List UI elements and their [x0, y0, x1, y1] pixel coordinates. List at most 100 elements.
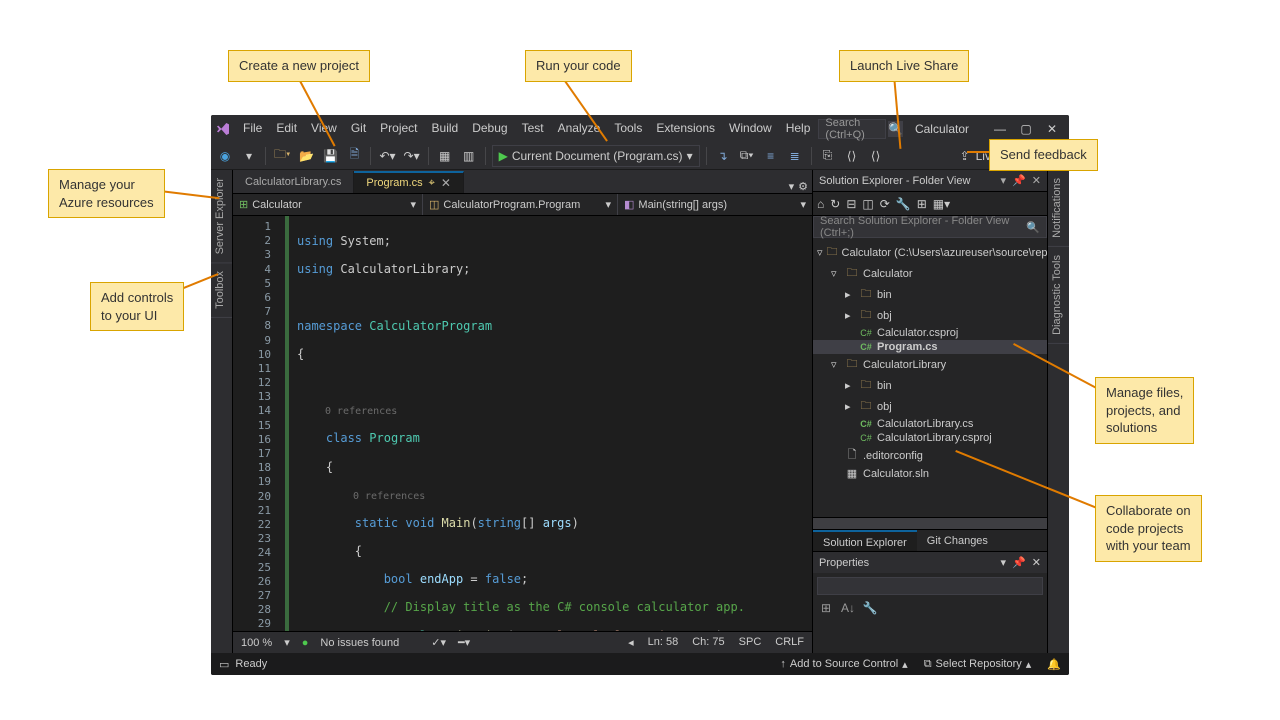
- back-button[interactable]: ◉: [215, 145, 235, 167]
- home-icon[interactable]: ⌂: [817, 197, 824, 211]
- menu-window[interactable]: Window: [723, 115, 778, 142]
- alphabetical-icon[interactable]: A↓: [839, 599, 857, 617]
- tree-bin2[interactable]: ▸🗀bin: [813, 375, 1047, 396]
- nav-button[interactable]: ⟨⟩: [842, 145, 862, 167]
- indent-mode[interactable]: SPC: [739, 636, 762, 649]
- pin-icon[interactable]: 📌: [1012, 174, 1026, 187]
- extension-button[interactable]: ▦: [435, 145, 455, 167]
- menu-tools[interactable]: Tools: [608, 115, 648, 142]
- switch-view-icon[interactable]: ▦▾: [933, 197, 950, 211]
- spellcheck-icon[interactable]: ✓▾: [431, 636, 446, 649]
- doc-dropdown[interactable]: ▾: [789, 180, 795, 193]
- tree-bin[interactable]: ▸🗀bin: [813, 284, 1047, 305]
- menu-build[interactable]: Build: [426, 115, 465, 142]
- callout-live-share: Launch Live Share: [839, 50, 969, 82]
- tree-program-cs[interactable]: C#Program.cs: [813, 340, 1047, 354]
- run-button[interactable]: ▶ Current Document (Program.cs) ▾: [492, 145, 700, 167]
- solution-search-input[interactable]: Search Solution Explorer - Folder View (…: [813, 216, 1047, 238]
- redo-button[interactable]: ↷▾: [402, 145, 422, 167]
- tree-calculator-library[interactable]: ▿🗀CalculatorLibrary: [813, 354, 1047, 375]
- menu-file[interactable]: File: [237, 115, 268, 142]
- add-to-source-control[interactable]: ↑ Add to Source Control ▴: [780, 658, 907, 671]
- nav-method-dropdown[interactable]: ◧ Main(string[] args) ▾: [618, 194, 812, 215]
- panel-dropdown-icon[interactable]: ▾: [1001, 174, 1007, 187]
- bell-icon[interactable]: 🔔: [1047, 658, 1061, 671]
- close-panel-icon[interactable]: ✕: [1032, 174, 1041, 187]
- issues-label[interactable]: No issues found: [320, 637, 399, 649]
- indent-button[interactable]: ≡: [761, 145, 781, 167]
- pin-icon[interactable]: ⌖: [429, 177, 435, 190]
- search-icon[interactable]: 🔍: [888, 121, 903, 137]
- close-button[interactable]: ✕: [1039, 117, 1065, 141]
- nav-class-dropdown[interactable]: ◫ CalculatorProgram.Program ▾: [423, 194, 618, 215]
- outdent-button[interactable]: ≣: [785, 145, 805, 167]
- tab-program[interactable]: Program.cs ⌖ ✕: [354, 171, 464, 193]
- save-button[interactable]: 💾: [320, 145, 340, 167]
- codelens-method[interactable]: 0 references: [353, 491, 425, 502]
- toolbox-tab[interactable]: Toolbox: [211, 263, 232, 318]
- tree-csproj[interactable]: C#Calculator.csproj: [813, 326, 1047, 340]
- select-repository[interactable]: ⧉ Select Repository ▴: [924, 658, 1032, 671]
- output-icon[interactable]: ▭: [219, 658, 229, 671]
- solution-scrollbar[interactable]: [813, 517, 1047, 529]
- properties-selector[interactable]: [817, 577, 1043, 595]
- nav-project-dropdown[interactable]: ⊞ Calculator ▾: [233, 194, 423, 215]
- tree-library-csproj[interactable]: C#CalculatorLibrary.csproj: [813, 431, 1047, 445]
- refresh-icon[interactable]: ⟳: [880, 197, 890, 211]
- nav2-button[interactable]: ⟨⟩: [866, 145, 886, 167]
- menu-extensions[interactable]: Extensions: [650, 115, 721, 142]
- doc-gear-icon[interactable]: ⚙: [798, 180, 808, 193]
- process-button[interactable]: ⧉▾: [737, 145, 757, 167]
- tree-calculator[interactable]: ▿🗀Calculator: [813, 263, 1047, 284]
- line-ending[interactable]: CRLF: [775, 636, 804, 649]
- properties-icon[interactable]: 🔧: [861, 599, 879, 617]
- properties-header: Properties ▾ 📌 ✕: [813, 551, 1047, 573]
- notifications-tab[interactable]: Notifications: [1048, 170, 1069, 247]
- config-button[interactable]: ▥: [459, 145, 479, 167]
- menu-test[interactable]: Test: [516, 115, 550, 142]
- code-editor[interactable]: 1234 5678 91011 12131415 16171819 202122…: [233, 216, 812, 631]
- menu-debug[interactable]: Debug: [466, 115, 513, 142]
- properties-icon[interactable]: 🔧: [896, 197, 911, 211]
- tree-obj2[interactable]: ▸🗀obj: [813, 396, 1047, 417]
- health-icon[interactable]: ━▾: [458, 636, 470, 649]
- tree-root[interactable]: ▿🗀Calculator (C:\Users\azureuser\source\…: [813, 242, 1047, 263]
- code-content[interactable]: using System; using CalculatorLibrary; n…: [289, 216, 812, 631]
- collapse-icon[interactable]: ⊟: [846, 197, 856, 211]
- tab-calculator-library[interactable]: CalculatorLibrary.cs: [233, 171, 354, 193]
- tree-editorconfig[interactable]: 🗋.editorconfig: [813, 445, 1047, 466]
- vs-logo-icon: [215, 120, 231, 138]
- close-panel-icon[interactable]: ✕: [1032, 556, 1041, 569]
- menu-git[interactable]: Git: [345, 115, 372, 142]
- search-input[interactable]: Search (Ctrl+Q): [818, 119, 886, 139]
- close-tab-icon[interactable]: ✕: [441, 176, 451, 190]
- panel-dropdown-icon[interactable]: ▾: [1001, 556, 1007, 569]
- tab-git-changes[interactable]: Git Changes: [917, 530, 998, 551]
- menu-edit[interactable]: Edit: [270, 115, 303, 142]
- show-all-icon[interactable]: ◫: [862, 197, 873, 211]
- diagnostic-tools-tab[interactable]: Diagnostic Tools: [1048, 247, 1069, 344]
- save-all-button[interactable]: 🗎: [344, 145, 364, 167]
- maximize-button[interactable]: ▢: [1013, 117, 1039, 141]
- codelens-class[interactable]: 0 references: [325, 406, 397, 417]
- ide-body: Server Explorer Toolbox CalculatorLibrar…: [211, 170, 1069, 653]
- forward-button[interactable]: ▾: [239, 145, 259, 167]
- view-icon[interactable]: ⊞: [917, 197, 927, 211]
- bookmark-button[interactable]: ⎘: [818, 145, 838, 167]
- minimize-button[interactable]: —: [987, 117, 1013, 141]
- server-explorer-tab[interactable]: Server Explorer: [211, 170, 232, 263]
- toolbar-separator: [428, 147, 429, 165]
- undo-button[interactable]: ↶▾: [377, 145, 397, 167]
- sync-icon[interactable]: ↻: [830, 197, 840, 211]
- tree-obj[interactable]: ▸🗀obj: [813, 305, 1047, 326]
- zoom-level[interactable]: 100 %: [241, 637, 272, 649]
- step-button[interactable]: ↴: [713, 145, 733, 167]
- pin-icon[interactable]: 📌: [1012, 556, 1026, 569]
- menu-help[interactable]: Help: [780, 115, 817, 142]
- tab-solution-explorer[interactable]: Solution Explorer: [813, 530, 917, 551]
- categorized-icon[interactable]: ⊞: [817, 599, 835, 617]
- new-project-button[interactable]: 🗀▾: [272, 145, 292, 167]
- open-button[interactable]: 📂: [296, 145, 316, 167]
- menu-project[interactable]: Project: [374, 115, 423, 142]
- tree-library-cs[interactable]: C#CalculatorLibrary.cs: [813, 417, 1047, 431]
